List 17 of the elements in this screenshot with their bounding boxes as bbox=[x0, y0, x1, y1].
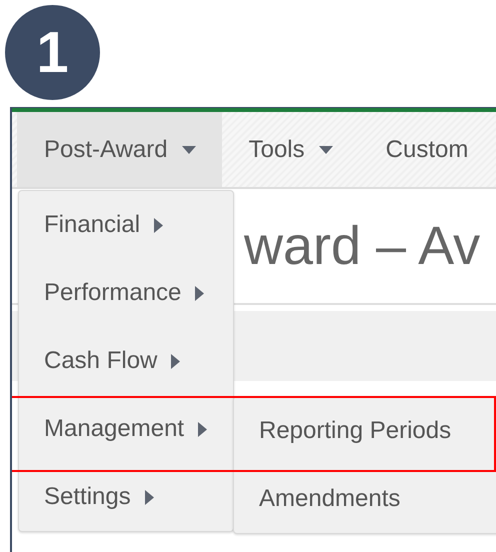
nav-menu-tab[interactable]: Tools bbox=[222, 112, 359, 187]
nav-menu-tab[interactable]: Post-Award bbox=[17, 112, 222, 187]
submenu-arrow-icon bbox=[144, 490, 154, 504]
submenu-arrow-icon bbox=[195, 286, 204, 300]
page-heading: ward – Av bbox=[244, 215, 480, 277]
menu-item[interactable]: Financial bbox=[19, 191, 233, 259]
menu-item[interactable]: Performance bbox=[19, 259, 233, 327]
submenu-arrow-icon bbox=[154, 218, 164, 232]
menu-item[interactable]: Management bbox=[19, 395, 233, 463]
menu-item[interactable]: Amendments bbox=[234, 465, 496, 533]
step-badge: 1 bbox=[5, 5, 100, 100]
menu-item[interactable]: Reporting Periods bbox=[234, 397, 496, 465]
submenu-arrow-icon bbox=[198, 422, 208, 436]
menu-item[interactable]: Settings bbox=[19, 463, 233, 531]
menu-item[interactable]: Cash Flow bbox=[19, 327, 233, 395]
nav-menu-tab[interactable]: Custom bbox=[358, 112, 494, 187]
submenu-arrow-icon bbox=[171, 354, 180, 368]
